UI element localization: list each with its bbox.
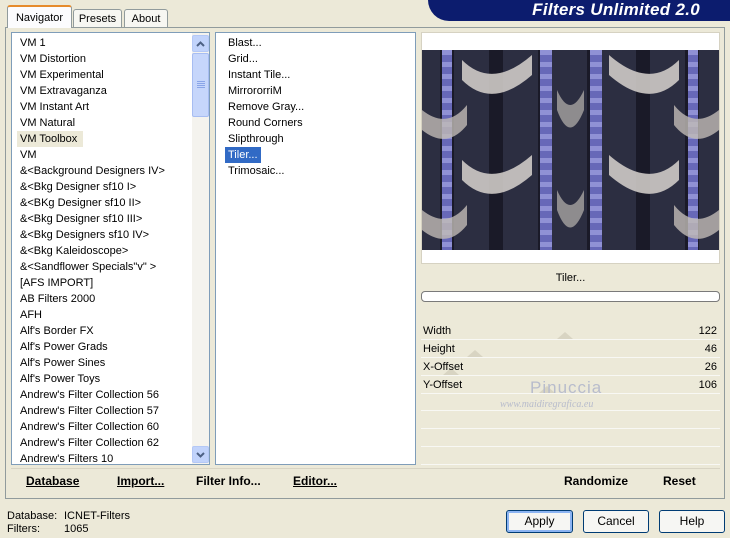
tab-navigator[interactable]: Navigator [7,5,72,28]
filter-item[interactable]: Instant Tile... [225,67,290,83]
editor-button[interactable]: Editor... [293,474,337,488]
category-item[interactable]: &<Bkg Kaleidoscope> [17,243,195,259]
filter-item[interactable]: Slipthrough [225,131,284,147]
param-row-height[interactable]: Height 46 [421,341,720,358]
category-item[interactable]: VM Instant Art [17,99,195,115]
category-item[interactable]: VM Toolbox [17,131,83,147]
category-item[interactable]: &<BKg Designer sf10 II> [17,195,195,211]
category-item[interactable]: VM Distortion [17,51,195,67]
category-item[interactable]: &<Background Designers IV> [17,163,195,179]
filter-item[interactable]: MirrororriM [225,83,282,99]
slider-marker[interactable] [467,350,483,357]
tab-navigator-label: Navigator [15,12,64,24]
category-item[interactable]: Alf's Power Toys [17,371,195,387]
category-list[interactable]: VM 1 VM Distortion VM Experimental VM Extra… [11,32,210,465]
filters-count-value: 1065 [64,523,89,535]
category-item[interactable]: Alf's Border FX [17,323,195,339]
category-items: VM 1 VM Distortion VM Experimental VM Extra… [17,35,195,464]
param-label: Y-Offset [423,379,463,391]
filter-item[interactable]: Round Corners [225,115,303,131]
param-label: Width [423,325,452,337]
watermark-site: www.maidiregrafica.eu [500,399,594,410]
filter-info-button[interactable]: Filter Info... [196,474,261,488]
database-status-label: Database: [7,510,58,522]
category-scrollbar[interactable] [192,33,209,464]
filter-list[interactable]: Blast... Grid... Instant Tile... Mirrororri… [215,32,416,465]
filter-name-bar: Tiler... [421,267,720,289]
filter-item[interactable]: Tiler... [225,147,261,163]
chevron-down-icon [196,451,205,458]
help-button[interactable]: Help [659,510,725,533]
randomize-button[interactable]: Randomize [564,474,628,488]
param-label: X-Offset [423,361,464,373]
category-item[interactable]: &<Sandflower Specials"v" > [17,259,195,275]
category-item[interactable]: Andrew's Filter Collection 60 [17,419,195,435]
category-item[interactable]: [AFS IMPORT] [17,275,195,291]
category-item[interactable]: &<Bkg Designers sf10 IV> [17,227,195,243]
progress-bar [421,291,720,302]
cancel-label: Cancel [597,514,635,528]
category-item[interactable]: &<Bkg Designer sf10 I> [17,179,195,195]
filter-item[interactable]: Trimosaic... [225,163,284,179]
scroll-up-button[interactable] [192,35,209,52]
param-row-width[interactable]: Width 122 [421,323,720,340]
param-row-xoffset[interactable]: X-Offset 26 [421,359,720,376]
param-label: Height [423,343,455,355]
filter-name-label: Tiler... [555,272,586,284]
import-button[interactable]: Import... [117,474,164,488]
category-item[interactable]: VM Natural [17,115,195,131]
apply-label: Apply [524,514,555,528]
database-status-value: ICNET-Filters [64,510,130,522]
param-value: 106 [698,379,717,391]
tab-about-label: About [131,13,161,25]
cancel-button[interactable]: Cancel [583,510,649,533]
filter-item[interactable]: Grid... [225,51,258,67]
filter-items: Blast... Grid... Instant Tile... Mirrororri… [225,35,405,179]
param-value: 26 [704,361,717,373]
param-value: 46 [704,343,717,355]
category-item[interactable]: Alf's Power Sines [17,355,195,371]
category-item[interactable]: &<Bkg Designer sf10 III> [17,211,195,227]
category-item[interactable]: Andrew's Filter Collection 56 [17,387,195,403]
reset-button[interactable]: Reset [663,474,696,488]
title-banner: Filters Unlimited 2.0 [428,0,730,21]
scroll-thumb[interactable] [192,53,209,117]
category-item[interactable]: Andrew's Filter Collection 62 [17,435,195,451]
apply-button[interactable]: Apply [506,510,573,533]
filters-count-label: Filters: [7,523,40,535]
category-item[interactable]: Alf's Power Grads [17,339,195,355]
category-item[interactable]: VM [17,147,195,163]
watermark-name: Pinuccia [530,378,603,397]
category-item[interactable]: AB Filters 2000 [17,291,195,307]
tab-presets[interactable]: Presets [73,9,122,27]
slider-marker[interactable] [557,332,573,339]
filter-item[interactable]: Blast... [225,35,262,51]
category-item[interactable]: VM 1 [17,35,195,51]
category-item[interactable]: VM Experimental [17,67,195,83]
scroll-down-button[interactable] [192,446,209,463]
category-item[interactable]: Andrew's Filter Collection 57 [17,403,195,419]
app-title: Filters Unlimited 2.0 [532,0,700,19]
help-label: Help [679,514,705,528]
chevron-up-icon [196,40,205,47]
preview-image [422,50,719,250]
param-value: 122 [698,325,717,337]
database-button[interactable]: Database [26,474,79,488]
tab-about[interactable]: About [124,9,168,27]
category-item[interactable]: AFH [17,307,195,323]
tab-presets-label: Presets [78,13,117,25]
filter-item[interactable]: Remove Gray... [225,99,304,115]
bottom-separator [11,468,720,469]
category-item[interactable]: VM Extravaganza [17,83,195,99]
category-item[interactable]: Andrew's Filters 10 [17,451,195,464]
